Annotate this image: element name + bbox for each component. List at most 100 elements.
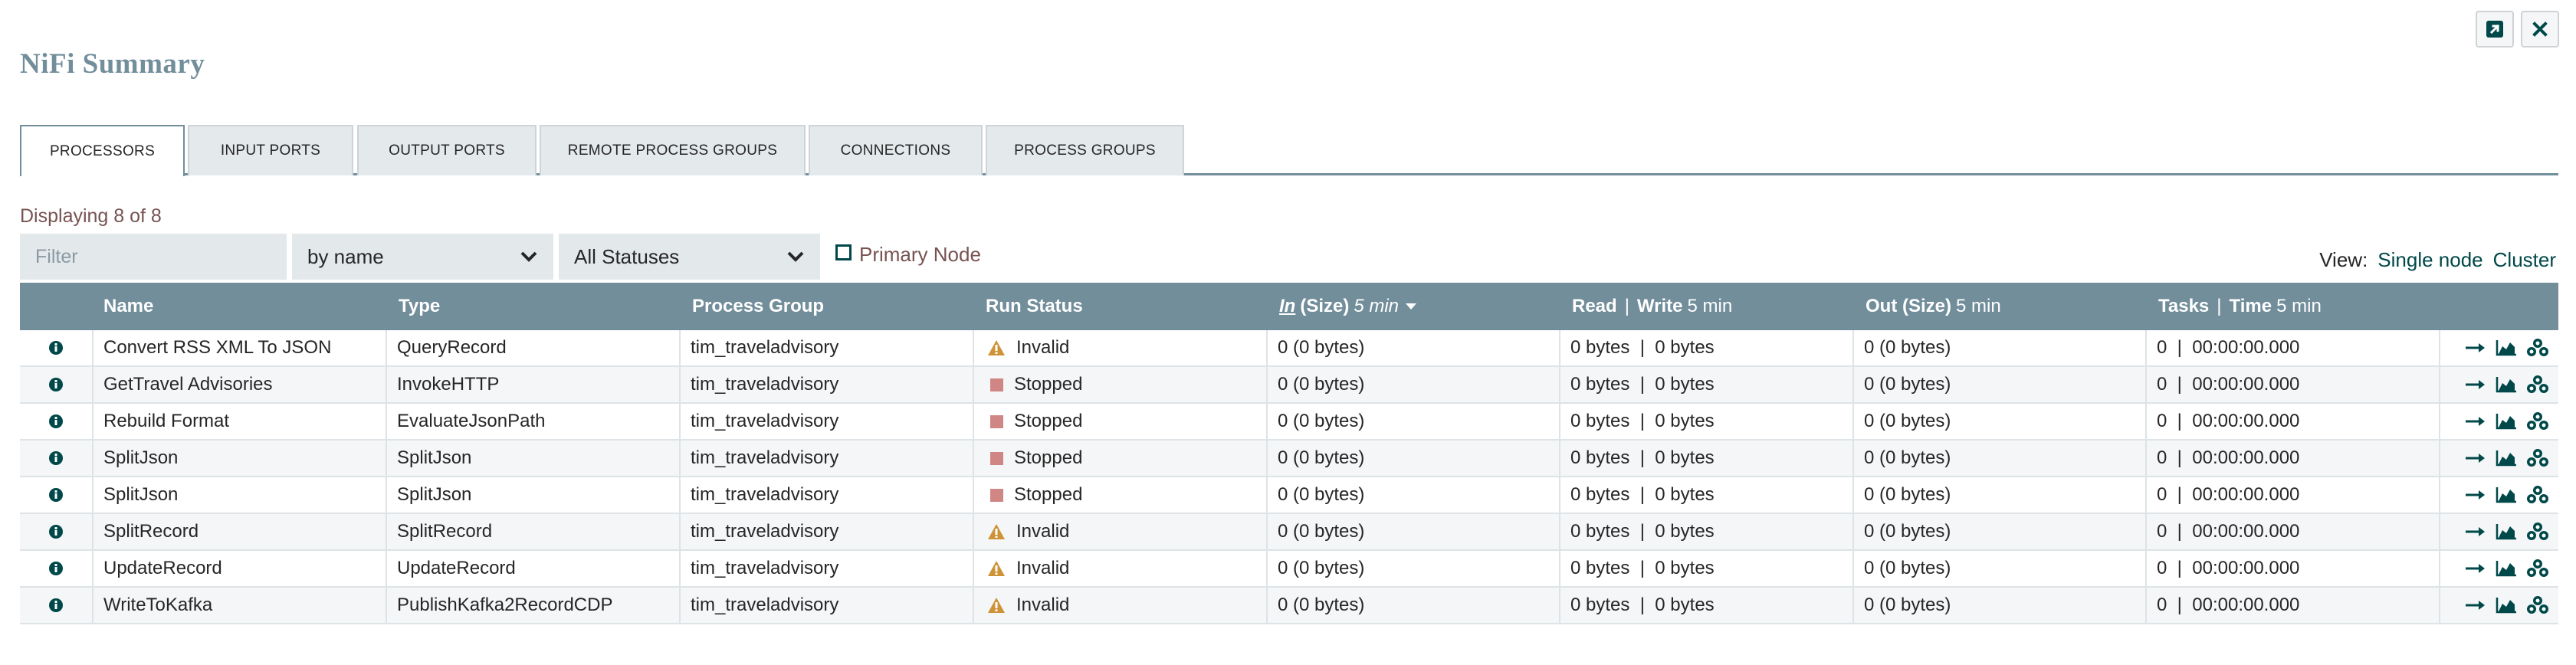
run-status-cell: Stopped <box>974 367 1268 402</box>
popout-button[interactable] <box>2476 11 2514 48</box>
arrow-right-icon[interactable] <box>2465 378 2486 391</box>
filter-input[interactable] <box>20 234 287 280</box>
group-value: tim_traveladvisory <box>691 337 839 358</box>
area-chart-icon[interactable] <box>2496 486 2517 503</box>
name-cell: SplitJson <box>94 477 387 513</box>
in-cell: 0 (0 bytes) <box>1268 514 1560 549</box>
area-chart-icon[interactable] <box>2496 339 2517 356</box>
in-cell: 0 (0 bytes) <box>1268 441 1560 476</box>
table-row[interactable]: WriteToKafka PublishKafka2RecordCDP tim_tr… <box>20 588 2558 624</box>
cluster-nodes-icon[interactable] <box>2526 595 2549 615</box>
type-cell: InvokeHTTP <box>387 367 681 402</box>
warning-icon <box>987 597 1006 614</box>
close-button[interactable] <box>2521 11 2559 48</box>
arrow-right-icon[interactable] <box>2465 562 2486 575</box>
info-icon[interactable] <box>48 450 64 466</box>
tasks-value: 0 | 00:00:00.000 <box>2157 484 2300 505</box>
arrow-right-icon[interactable] <box>2465 599 2486 611</box>
info-icon[interactable] <box>48 377 64 392</box>
name-value: SplitJson <box>103 484 179 505</box>
col-header-name[interactable]: Name <box>103 283 153 330</box>
filter-by-select[interactable]: by name <box>292 234 553 280</box>
group-value: tim_traveladvisory <box>691 447 839 468</box>
info-icon[interactable] <box>48 340 64 355</box>
col-header-run-status[interactable]: Run Status <box>986 283 1083 330</box>
tab-remote-process-groups[interactable]: Remote Process Groups <box>540 125 806 175</box>
cluster-nodes-icon[interactable] <box>2526 338 2549 358</box>
table-row[interactable]: UpdateRecord UpdateRecord tim_traveladviso… <box>20 551 2558 588</box>
tab-processors[interactable]: Processors <box>20 125 185 176</box>
tab-connections[interactable]: Connections <box>809 125 983 175</box>
run-status-cell: Invalid <box>974 514 1268 549</box>
table-row[interactable]: GetTravel Advisories InvokeHTTP tim_travel… <box>20 367 2558 404</box>
rw-cell: 0 bytes | 0 bytes <box>1560 477 1854 513</box>
tasks-cell: 0 | 00:00:00.000 <box>2147 477 2440 513</box>
tab-output-ports[interactable]: Output Ports <box>357 125 537 175</box>
tab-input-ports[interactable]: Input Ports <box>188 125 353 175</box>
table-row[interactable]: SplitJson SplitJson tim_traveladvisory Stop… <box>20 477 2558 514</box>
in-value: 0 (0 bytes) <box>1278 595 1365 615</box>
view-cluster-link[interactable]: Cluster <box>2493 248 2556 272</box>
cluster-nodes-icon[interactable] <box>2526 522 2549 542</box>
area-chart-icon[interactable] <box>2496 413 2517 430</box>
arrow-right-icon[interactable] <box>2465 452 2486 464</box>
name-value: Rebuild Format <box>103 411 230 431</box>
info-icon[interactable] <box>48 414 64 429</box>
type-cell: PublishKafka2RecordCDP <box>387 588 681 623</box>
type-value: PublishKafka2RecordCDP <box>397 595 613 615</box>
group-value: tim_traveladvisory <box>691 521 839 542</box>
filter-by-value: by name <box>307 244 384 268</box>
cluster-nodes-icon[interactable] <box>2526 485 2549 505</box>
area-chart-icon[interactable] <box>2496 523 2517 540</box>
table-row[interactable]: Convert RSS XML To JSON QueryRecord tim_tr… <box>20 330 2558 367</box>
tab-process-groups[interactable]: Process Groups <box>986 125 1184 175</box>
table-row[interactable]: SplitRecord SplitRecord tim_traveladvisory… <box>20 514 2558 551</box>
arrow-right-icon[interactable] <box>2465 342 2486 354</box>
tasks-value: 0 | 00:00:00.000 <box>2157 558 2300 578</box>
info-cell <box>20 551 94 586</box>
cluster-nodes-icon[interactable] <box>2526 448 2549 468</box>
cluster-nodes-icon[interactable] <box>2526 375 2549 395</box>
area-chart-icon[interactable] <box>2496 450 2517 467</box>
col-header-out[interactable]: Out (Size) 5 min <box>1866 283 2001 330</box>
type-cell: UpdateRecord <box>387 551 681 586</box>
warning-icon <box>987 560 1006 577</box>
col-header-type[interactable]: Type <box>399 283 440 330</box>
name-value: Convert RSS XML To JSON <box>103 337 332 358</box>
row-actions <box>2465 404 2558 439</box>
area-chart-icon[interactable] <box>2496 560 2517 577</box>
status-filter-select[interactable]: All Statuses <box>559 234 820 280</box>
run-status-text: Stopped <box>1014 447 1083 468</box>
cluster-nodes-icon[interactable] <box>2526 559 2549 578</box>
tasks-value: 0 | 00:00:00.000 <box>2157 337 2300 358</box>
checkbox-box[interactable] <box>835 244 852 260</box>
arrow-right-icon[interactable] <box>2465 526 2486 538</box>
cluster-nodes-icon[interactable] <box>2526 411 2549 431</box>
info-cell <box>20 404 94 439</box>
info-icon[interactable] <box>48 524 64 539</box>
col-header-tasks-time[interactable]: Tasks | Time 5 min <box>2158 283 2322 330</box>
arrow-right-icon[interactable] <box>2465 489 2486 501</box>
group-value: tim_traveladvisory <box>691 411 839 431</box>
area-chart-icon[interactable] <box>2496 597 2517 614</box>
primary-node-checkbox[interactable]: Primary Node <box>835 243 981 267</box>
table-row[interactable]: SplitJson SplitJson tim_traveladvisory Stop… <box>20 441 2558 477</box>
view-single-node-link[interactable]: Single node <box>2377 248 2482 272</box>
info-icon[interactable] <box>48 487 64 503</box>
info-icon[interactable] <box>48 598 64 613</box>
name-value: UpdateRecord <box>103 558 222 578</box>
status-filter-value: All Statuses <box>574 244 680 268</box>
col-header-read-write[interactable]: Read | Write 5 min <box>1572 283 1732 330</box>
area-chart-icon[interactable] <box>2496 376 2517 393</box>
type-value: QueryRecord <box>397 337 507 358</box>
info-cell <box>20 441 94 476</box>
info-icon[interactable] <box>48 561 64 576</box>
col-header-in[interactable]: In (Size) 5 min <box>1279 283 1417 330</box>
out-value: 0 (0 bytes) <box>1864 411 1951 431</box>
name-cell: Rebuild Format <box>94 404 387 439</box>
run-status-text: Invalid <box>1016 337 1070 358</box>
table-row[interactable]: Rebuild Format EvaluateJsonPath tim_travel… <box>20 404 2558 441</box>
tasks-cell: 0 | 00:00:00.000 <box>2147 404 2440 439</box>
arrow-right-icon[interactable] <box>2465 415 2486 428</box>
col-header-process-group[interactable]: Process Group <box>692 283 824 330</box>
